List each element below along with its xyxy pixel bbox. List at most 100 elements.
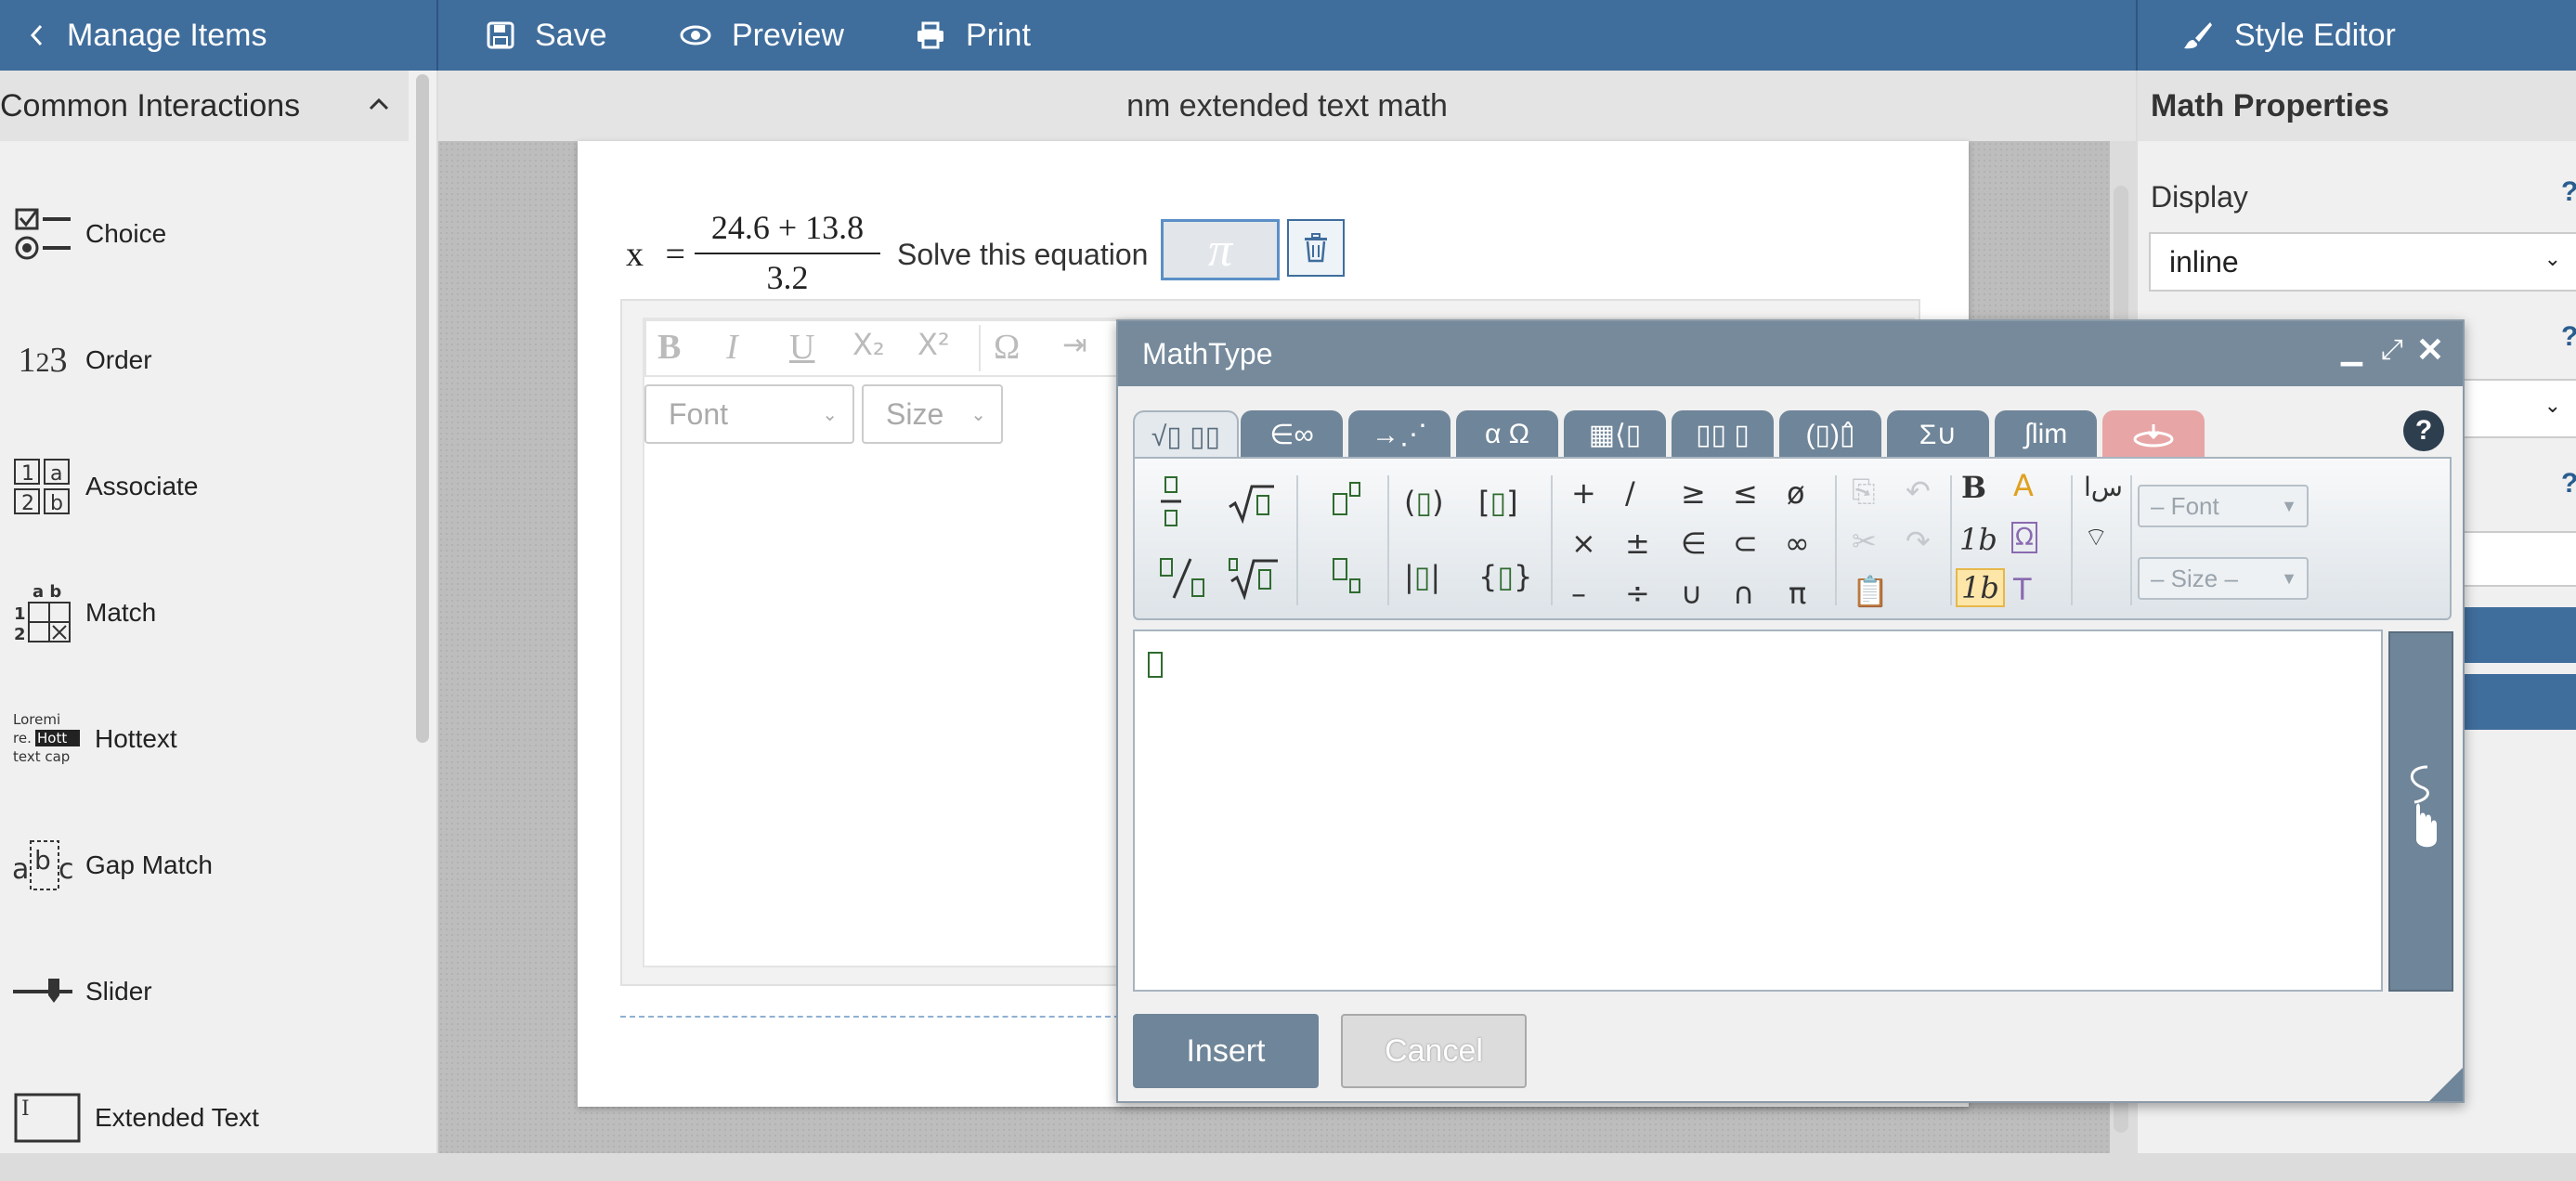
- tab-brackets[interactable]: (▯)▯̂: [1779, 410, 1881, 459]
- insert-button[interactable]: Insert: [1133, 1014, 1319, 1088]
- copy-icon[interactable]: ⎘: [1852, 474, 1876, 510]
- rtl-icon[interactable]: ﺱﺍ: [2084, 472, 2123, 502]
- mathtype-font-select[interactable]: – Font ▼: [2138, 485, 2309, 527]
- subset-button[interactable]: ⊂: [1733, 526, 1758, 561]
- minus-button[interactable]: –: [1571, 576, 1586, 611]
- help-icon[interactable]: ?: [2561, 176, 2576, 208]
- infinity-button[interactable]: ∞: [1785, 526, 1810, 561]
- undo-icon[interactable]: ↶: [1906, 474, 1931, 509]
- mathtype-font-label: – Font: [2151, 491, 2219, 520]
- bold-button[interactable]: B: [657, 327, 681, 368]
- tab-matrices[interactable]: ▦⟨▯: [1564, 410, 1666, 459]
- plus-button[interactable]: +: [1571, 475, 1596, 511]
- display-select[interactable]: inline ⌄: [2149, 232, 2576, 292]
- interaction-extended-text[interactable]: I Extended Text: [0, 1055, 409, 1181]
- omega-symbol-icon[interactable]: Ω: [2011, 522, 2037, 553]
- size-select[interactable]: Size ⌄: [862, 384, 1003, 444]
- interaction-choice[interactable]: Choice: [0, 171, 409, 297]
- indent-button[interactable]: ⇥: [1062, 327, 1087, 362]
- help-icon[interactable]: ?: [2403, 410, 2444, 451]
- interaction-hottext[interactable]: Loremi re. Hott text cap Hottext: [0, 676, 409, 802]
- empty-set-button[interactable]: ø: [1787, 475, 1805, 511]
- braces-icon[interactable]: {▯}: [1478, 559, 1532, 594]
- delete-button[interactable]: [1287, 219, 1345, 277]
- times-button[interactable]: ×: [1571, 526, 1596, 561]
- svg-text:text cap: text cap: [13, 748, 70, 765]
- union-button[interactable]: ∪: [1681, 576, 1702, 611]
- resize-handle-icon[interactable]: [2429, 1068, 2463, 1101]
- abs-icon[interactable]: |▯|: [1404, 559, 1440, 594]
- auto-italic-button[interactable]: 1b: [1956, 568, 2005, 607]
- italic-button[interactable]: I: [726, 327, 738, 368]
- text-mode-button[interactable]: T: [2013, 572, 2032, 607]
- plus-minus-button[interactable]: ±: [1625, 526, 1650, 561]
- mathtype-size-select[interactable]: – Size – ▼: [2138, 557, 2309, 600]
- tab-big-operators[interactable]: Σ∪: [1887, 410, 1989, 459]
- nroot-icon[interactable]: [1228, 555, 1280, 600]
- maximize-icon[interactable]: ⤢: [2381, 334, 2403, 366]
- bevelled-fraction-icon[interactable]: [1157, 555, 1209, 602]
- brackets-icon[interactable]: [▯]: [1478, 485, 1518, 520]
- interaction-match[interactable]: a b 12 Match: [0, 550, 409, 676]
- italic-style-button[interactable]: 1b: [1959, 522, 1997, 557]
- redo-icon[interactable]: ↷: [1906, 524, 1931, 559]
- tab-arrows[interactable]: →⋰: [1348, 410, 1451, 459]
- help-icon[interactable]: ?: [2561, 468, 2576, 500]
- interactions-header[interactable]: Common Interactions: [0, 71, 409, 141]
- contextual-icon: [2133, 424, 2174, 448]
- print-button[interactable]: Print: [916, 0, 1031, 71]
- fraction-icon[interactable]: [1157, 474, 1185, 529]
- math-properties-header: Math Properties: [2138, 71, 2576, 141]
- pi-button[interactable]: π: [1789, 576, 1806, 611]
- svg-text:b: b: [34, 845, 51, 876]
- subscript-icon[interactable]: [1330, 555, 1363, 596]
- tab-symbols[interactable]: ∈∞: [1241, 410, 1343, 459]
- element-of-button[interactable]: ∈: [1681, 526, 1707, 561]
- bold-style-button[interactable]: B: [1961, 470, 1986, 505]
- paste-icon[interactable]: 📋: [1852, 574, 1889, 609]
- tab-general[interactable]: √▯ ▯▯: [1133, 410, 1239, 461]
- mathtype-editor[interactable]: [1133, 629, 2383, 992]
- item-title: nm extended text math: [438, 71, 2136, 141]
- chevron-down-icon: ⌄: [970, 404, 986, 425]
- interaction-order[interactable]: 123 Order: [0, 297, 409, 423]
- interaction-gap-match[interactable]: abc Gap Match: [0, 802, 409, 928]
- minimize-icon[interactable]: ▁: [2341, 334, 2362, 367]
- help-icon[interactable]: ?: [2561, 321, 2576, 353]
- left-scrollbar[interactable]: [416, 74, 429, 743]
- geq-button[interactable]: ≥: [1681, 475, 1706, 511]
- save-button[interactable]: Save: [487, 0, 607, 71]
- preview-button[interactable]: Preview: [680, 0, 844, 71]
- superscript-icon[interactable]: [1330, 479, 1363, 520]
- color-icon[interactable]: A: [2013, 468, 2034, 503]
- math-input-box[interactable]: π: [1161, 219, 1280, 280]
- tab-calculus[interactable]: ∫lim: [1995, 410, 2097, 459]
- mathtype-titlebar[interactable]: MathType ▁ ⤢ ✕: [1118, 321, 2463, 386]
- superscript-button[interactable]: X²: [917, 327, 950, 362]
- style-editor-button[interactable]: Style Editor: [2182, 0, 2396, 71]
- interaction-associate[interactable]: 1a2b Associate: [0, 423, 409, 550]
- cut-icon[interactable]: ✂: [1852, 524, 1877, 559]
- slash-button[interactable]: /: [1625, 475, 1635, 511]
- ltr-icon[interactable]: ⌔: [2084, 522, 2108, 554]
- manage-items-button[interactable]: Manage Items: [28, 0, 267, 71]
- tab-contextual[interactable]: [2102, 410, 2205, 459]
- font-select[interactable]: Font ⌄: [644, 384, 854, 444]
- tab-scripts[interactable]: ▯▯ ▯: [1672, 410, 1774, 459]
- parentheses-icon[interactable]: (▯): [1404, 485, 1444, 520]
- close-icon[interactable]: ✕: [2416, 331, 2444, 370]
- cancel-button[interactable]: Cancel: [1341, 1014, 1527, 1088]
- choice-icon: [0, 206, 85, 262]
- save-label: Save: [535, 17, 607, 53]
- handwriting-toggle[interactable]: [2388, 631, 2453, 992]
- interaction-slider[interactable]: Slider: [0, 928, 409, 1055]
- tab-greek[interactable]: α Ω: [1456, 410, 1558, 459]
- sqrt-icon[interactable]: [1228, 483, 1276, 524]
- special-char-button[interactable]: Ω: [994, 327, 1020, 368]
- leq-button[interactable]: ≤: [1733, 475, 1758, 511]
- subscript-button[interactable]: X₂: [852, 327, 885, 362]
- underline-button[interactable]: U: [789, 327, 814, 368]
- intersection-button[interactable]: ∩: [1733, 576, 1754, 611]
- divide-button[interactable]: ÷: [1625, 576, 1650, 611]
- interaction-label: Extended Text: [95, 1103, 259, 1132]
